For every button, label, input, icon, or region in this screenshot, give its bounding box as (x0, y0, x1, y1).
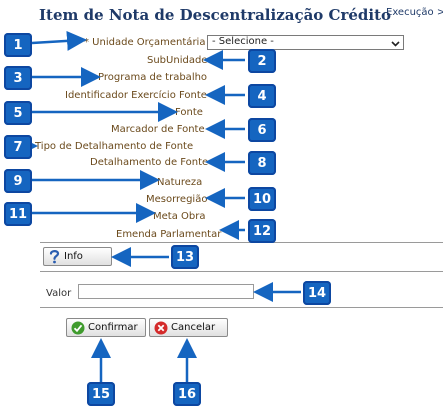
annotation-badge-13: 13 (171, 245, 199, 269)
annotation-badge-3: 3 (4, 66, 32, 90)
annotation-badge-11: 11 (4, 202, 32, 226)
arrow-1 (31, 30, 87, 51)
annotation-badge-6: 6 (248, 118, 276, 142)
annotation-badge-5: 5 (4, 101, 32, 125)
annotation-badge-8: 8 (248, 151, 276, 175)
annotation-badge-12: 12 (248, 219, 276, 243)
annotation-badge-4: 4 (248, 84, 276, 108)
annotation-arrows (18, 30, 301, 382)
annotation-badge-9: 9 (4, 169, 32, 193)
annotation-badge-14: 14 (303, 281, 331, 305)
annotation-badge-15: 15 (87, 382, 115, 406)
annotation-badge-1: 1 (4, 33, 32, 57)
annotation-badge-2: 2 (248, 49, 276, 73)
annotation-badge-10: 10 (248, 187, 276, 211)
annotation-badge-7: 7 (4, 135, 32, 159)
annotation-badge-16: 16 (173, 382, 201, 406)
